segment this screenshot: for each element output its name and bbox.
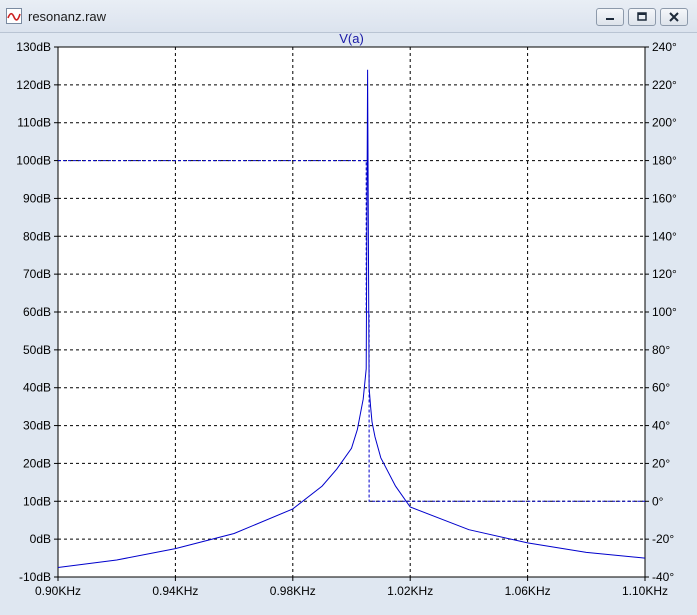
y-left-tick-label: 0dB — [30, 532, 51, 546]
y-right-tick-label: 160° — [652, 191, 677, 205]
y-right-tick-label: -40° — [652, 570, 674, 584]
window-titlebar: resonanz.raw — [0, 0, 697, 33]
y-left-tick-label: 60dB — [23, 305, 51, 319]
y-left-tick-label: 100dB — [16, 154, 51, 168]
y-right-tick-label: 0° — [652, 494, 664, 508]
y-left-tick-label: 50dB — [23, 343, 51, 357]
waveform-app-icon — [6, 8, 22, 24]
y-left-tick-label: 90dB — [23, 191, 51, 205]
y-left-tick-label: 30dB — [23, 419, 51, 433]
close-button[interactable] — [660, 8, 688, 26]
close-icon — [669, 12, 679, 22]
minimize-button[interactable] — [596, 8, 624, 26]
y-left-tick-label: 80dB — [23, 229, 51, 243]
y-right-tick-label: 200° — [652, 116, 677, 130]
x-tick-label: 1.10KHz — [622, 584, 668, 598]
y-left-tick-label: 70dB — [23, 267, 51, 281]
y-left-tick-label: 20dB — [23, 456, 51, 470]
maximize-button[interactable] — [628, 8, 656, 26]
x-tick-label: 0.94KHz — [152, 584, 198, 598]
y-left-tick-label: 110dB — [17, 116, 51, 130]
x-tick-label: 0.98KHz — [270, 584, 316, 598]
y-left-tick-label: 120dB — [16, 78, 51, 92]
y-right-tick-label: 180° — [652, 154, 677, 168]
x-tick-label: 1.02KHz — [387, 584, 433, 598]
minimize-icon — [606, 18, 614, 20]
y-right-tick-label: -20° — [652, 532, 674, 546]
y-left-tick-label: 130dB — [16, 40, 51, 54]
y-right-tick-label: 140° — [652, 229, 677, 243]
trace-label-va[interactable]: V(a) — [339, 31, 364, 46]
y-right-tick-label: 20° — [652, 456, 670, 470]
y-right-tick-label: 240° — [652, 40, 677, 54]
x-tick-label: 0.90KHz — [35, 584, 81, 598]
bode-plot[interactable]: 0.90KHz 0.94KHz 0.98KHz 1.02KHz 1.06KHz 1.10K… — [0, 31, 697, 610]
window-title: resonanz.raw — [28, 9, 107, 24]
y-right-tick-label: 100° — [652, 305, 677, 319]
y-right-tick-label: 220° — [652, 78, 677, 92]
y-left-tick-label: 10dB — [23, 494, 51, 508]
y-right-tick-label: 40° — [652, 419, 670, 433]
y-right-tick-label: 120° — [652, 267, 677, 281]
y-right-tick-label: 60° — [652, 381, 670, 395]
y-left-tick-label: -10dB — [19, 570, 51, 584]
x-tick-label: 1.06KHz — [505, 584, 551, 598]
y-left-tick-label: 40dB — [23, 381, 51, 395]
y-right-tick-label: 80° — [652, 343, 670, 357]
maximize-icon — [637, 12, 647, 21]
plot-window[interactable]: 0.90KHz 0.94KHz 0.98KHz 1.02KHz 1.06KHz 1.10K… — [0, 31, 697, 610]
